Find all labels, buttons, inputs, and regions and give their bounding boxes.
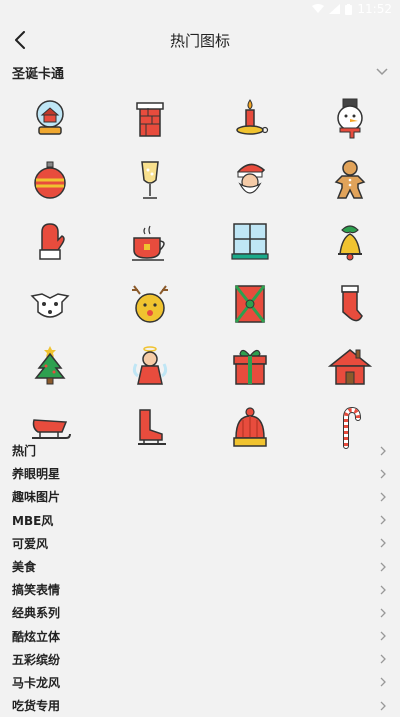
app-bar: 热门图标 [0, 20, 400, 60]
icon-cell[interactable] [0, 211, 100, 273]
reindeer-face-icon[interactable] [128, 282, 172, 326]
icon-cell[interactable] [100, 211, 200, 273]
chevron-right-icon [380, 654, 386, 664]
category-item[interactable]: MBE风 [0, 509, 400, 532]
chevron-right-icon [380, 678, 386, 687]
icon-cell[interactable] [100, 87, 200, 149]
icon-cell[interactable] [300, 335, 400, 397]
category-list: 热门 养眼明星 趣味图片 MBE风 可爱风 美食 搞笑表情 经典系列 酷炫立体 … [0, 439, 400, 717]
category-label: MBE风 [12, 513, 54, 528]
category-label: 美食 [12, 560, 37, 575]
chevron-right-icon [380, 492, 386, 502]
category-item[interactable]: 可爱风 [0, 532, 400, 555]
wifi-icon [312, 4, 325, 13]
back-button[interactable] [8, 28, 32, 52]
gift-card-icon[interactable] [228, 282, 272, 326]
icon-cell[interactable] [300, 149, 400, 211]
snowman-icon[interactable] [328, 96, 372, 140]
chevron-right-icon [380, 538, 386, 548]
category-label: 趣味图片 [12, 490, 61, 505]
gingerbread-man-icon[interactable] [328, 158, 372, 202]
christmas-tree-icon[interactable] [28, 344, 72, 388]
status-icons: 11:52 [312, 2, 392, 16]
icon-cell[interactable] [0, 87, 100, 149]
category-item[interactable]: 热门 [0, 439, 400, 462]
chevron-right-icon [380, 446, 386, 456]
tea-cup-icon[interactable] [128, 220, 172, 264]
icon-cell[interactable] [100, 273, 200, 335]
icon-cell[interactable] [200, 87, 300, 149]
category-label: 马卡龙风 [12, 675, 61, 690]
category-item[interactable]: 五彩缤纷 [0, 648, 400, 671]
icon-cell[interactable] [300, 273, 400, 335]
page-title: 热门图标 [169, 31, 230, 50]
window-icon[interactable] [228, 220, 272, 264]
category-item[interactable]: 马卡龙风 [0, 671, 400, 694]
angel-icon[interactable] [128, 344, 172, 388]
icon-cell[interactable] [100, 335, 200, 397]
ornament-ball-icon[interactable] [28, 158, 72, 202]
signal-icon [329, 4, 341, 14]
section-header[interactable]: 圣诞卡通 [0, 60, 400, 84]
category-item[interactable]: 酷炫立体 [0, 625, 400, 648]
chevron-down-icon[interactable] [376, 68, 388, 76]
icon-cell[interactable] [100, 149, 200, 211]
back-arrow-icon [15, 31, 25, 49]
icon-cell[interactable] [300, 211, 400, 273]
chimney-icon[interactable] [128, 96, 172, 140]
section-title: 圣诞卡通 [12, 66, 65, 82]
category-label: 酷炫立体 [12, 629, 61, 644]
icon-cell[interactable] [200, 149, 300, 211]
champagne-glass-icon[interactable] [128, 158, 172, 202]
icon-cell[interactable] [0, 335, 100, 397]
reindeer-skull-icon[interactable] [28, 282, 72, 326]
category-label: 可爱风 [12, 536, 49, 551]
icon-cell[interactable] [200, 211, 300, 273]
chevron-right-icon [380, 515, 386, 525]
santa-claus-icon[interactable] [228, 158, 272, 202]
category-label: 养眼明星 [12, 467, 61, 482]
icon-cell[interactable] [0, 273, 100, 335]
category-item[interactable]: 养眼明星 [0, 462, 400, 485]
status-time: 11:52 [357, 2, 392, 16]
chevron-right-icon [380, 469, 386, 479]
icon-cell[interactable] [200, 273, 300, 335]
battery-icon [345, 3, 353, 15]
icon-grid [0, 87, 400, 459]
category-item[interactable]: 经典系列 [0, 601, 400, 624]
mitten-icon[interactable] [28, 220, 72, 264]
christmas-bell-icon[interactable] [328, 220, 372, 264]
gift-box-icon[interactable] [228, 344, 272, 388]
snow-globe-icon[interactable] [28, 96, 72, 140]
category-item[interactable]: 美食 [0, 555, 400, 578]
category-label: 热门 [12, 444, 37, 459]
category-item[interactable]: 搞笑表情 [0, 578, 400, 601]
icon-cell[interactable] [300, 87, 400, 149]
category-label: 搞笑表情 [12, 583, 61, 598]
chevron-right-icon [380, 608, 386, 618]
category-item[interactable]: 趣味图片 [0, 485, 400, 508]
icon-cell[interactable] [0, 149, 100, 211]
category-item[interactable]: 吃货专用 [0, 694, 400, 717]
icon-cell[interactable] [200, 335, 300, 397]
candle-icon[interactable] [228, 96, 272, 140]
status-bar: 11:52 [0, 0, 400, 20]
chevron-right-icon [380, 701, 386, 711]
house-icon[interactable] [328, 344, 372, 388]
chevron-right-icon [380, 562, 386, 571]
category-label: 五彩缤纷 [12, 652, 61, 667]
chevron-right-icon [380, 631, 386, 641]
category-label: 经典系列 [12, 606, 61, 621]
stocking-icon[interactable] [328, 282, 372, 326]
chevron-right-icon [380, 585, 386, 595]
